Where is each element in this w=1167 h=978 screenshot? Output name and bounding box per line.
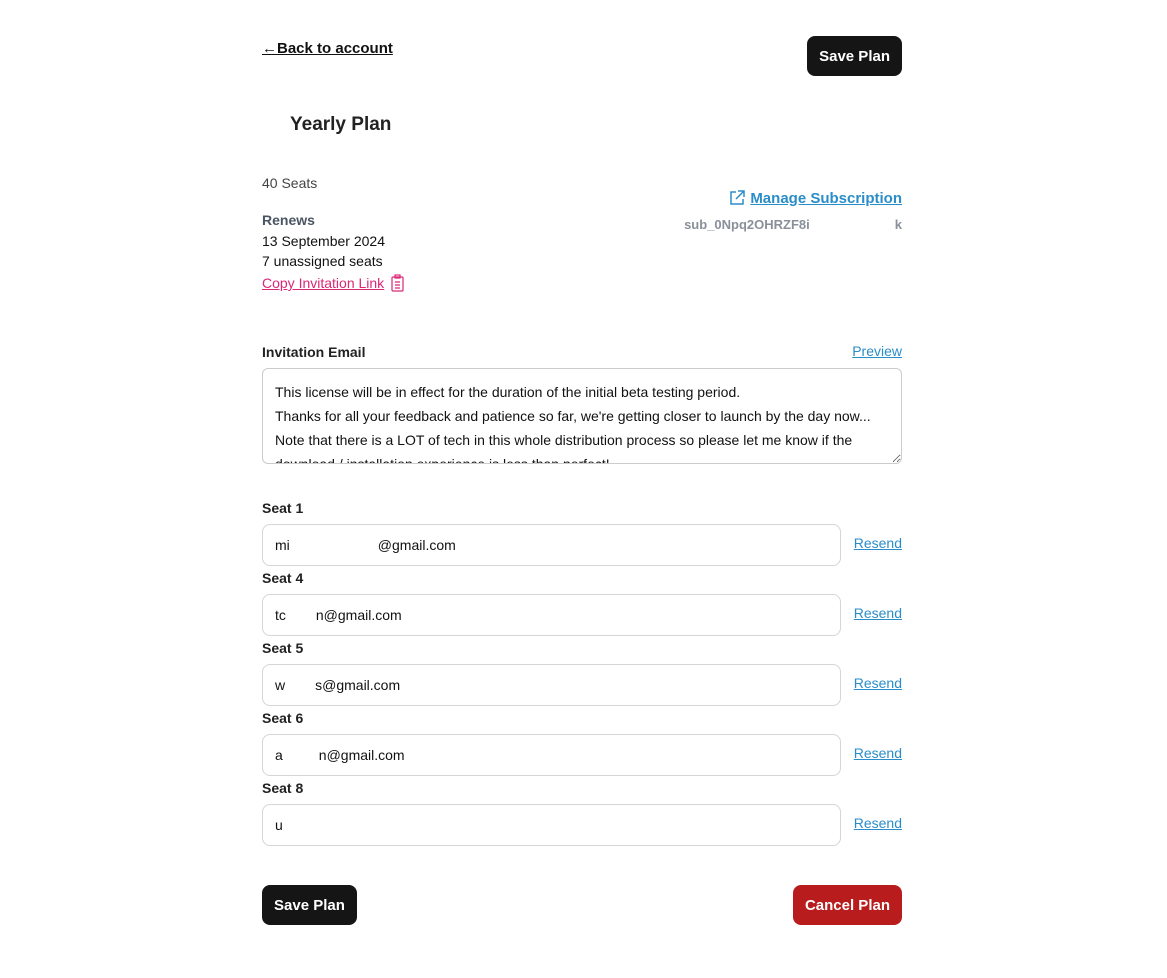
preview-link[interactable]: Preview [852,343,902,359]
resend-link[interactable]: Resend [854,535,902,551]
redaction [283,744,319,766]
seat-label: Seat 8 [262,780,304,796]
back-to-account-link[interactable]: ←Back to account [262,40,393,57]
redaction [285,674,315,696]
seat-email-input[interactable]: u [262,804,841,846]
manage-subscription-link[interactable]: Manage Subscription [728,189,902,207]
save-plan-button-top[interactable]: Save Plan [807,36,902,76]
resend-link[interactable]: Resend [854,815,902,831]
seat-email-input[interactable]: a n@gmail.com [262,734,841,776]
seat-email-input[interactable]: w s@gmail.com [262,664,841,706]
seat-email-input[interactable]: tc n@gmail.com [262,594,841,636]
seat-label: Seat 5 [262,640,304,656]
resend-link[interactable]: Resend [854,745,902,761]
cancel-plan-button[interactable]: Cancel Plan [792,885,902,925]
invitation-email-textarea[interactable]: This license will be in effect for the d… [262,368,902,464]
redaction [290,534,378,556]
seat-label: Seat 6 [262,710,304,726]
redaction [283,814,381,836]
renews-label: Renews [262,212,315,228]
external-link-icon [730,190,746,205]
arrow-left-icon: ← [262,40,277,57]
redaction [810,213,895,235]
resend-link[interactable]: Resend [854,605,902,621]
invitation-email-label: Invitation Email [262,344,366,360]
unassigned-seats: 7 unassigned seats [262,253,383,269]
redaction [286,604,316,626]
renews-date: 13 September 2024 [262,233,385,249]
seat-count: 40 Seats [262,175,318,191]
seat-email-input[interactable]: mi @gmail.com [262,524,841,566]
copy-invitation-link[interactable]: Copy Invitation Link [262,274,406,292]
save-plan-button[interactable]: Save Plan [262,885,357,925]
page-title: Yearly Plan [290,114,392,135]
resend-link[interactable]: Resend [854,675,902,691]
subscription-id: sub_0Npq2OHRZF8i k [684,213,902,235]
seat-label: Seat 1 [262,500,304,516]
clipboard-icon [391,274,404,292]
seat-label: Seat 4 [262,570,304,586]
